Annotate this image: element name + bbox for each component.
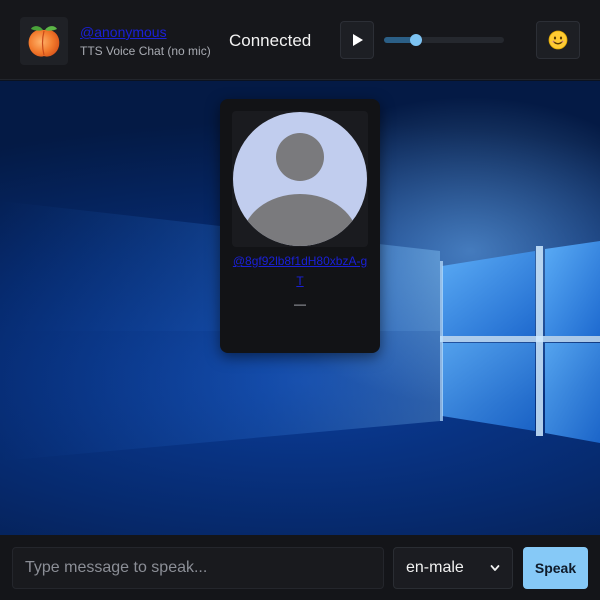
slider-thumb[interactable] [410, 34, 423, 46]
app-logo [20, 17, 68, 65]
peach-icon [28, 26, 60, 57]
chevron-down-icon [490, 565, 500, 571]
play-button[interactable] [340, 21, 374, 59]
message-bar: en-male Speak [0, 535, 600, 600]
emoji-button[interactable] [536, 21, 580, 59]
default-avatar-icon [233, 112, 367, 246]
peer-card: @8gf92lb8f1dH80xbzA-gT — [220, 99, 380, 353]
app-subtitle: TTS Voice Chat (no mic) [80, 44, 211, 58]
speak-button[interactable]: Speak [523, 547, 588, 589]
play-icon [353, 34, 363, 46]
peer-status: — [294, 297, 306, 311]
avatar [232, 111, 368, 247]
voice-select-value: en-male [406, 559, 464, 576]
username-link[interactable]: @anonymous [80, 24, 167, 40]
volume-slider[interactable] [384, 34, 504, 46]
voice-select[interactable]: en-male [393, 547, 513, 589]
message-input[interactable] [12, 547, 384, 589]
top-bar: @anonymous TTS Voice Chat (no mic) Conne… [0, 0, 600, 80]
smiley-icon [548, 30, 568, 50]
connection-status: Connected [229, 31, 312, 50]
peer-name-link[interactable]: @8gf92lb8f1dH80xbzA-gT [230, 251, 370, 291]
